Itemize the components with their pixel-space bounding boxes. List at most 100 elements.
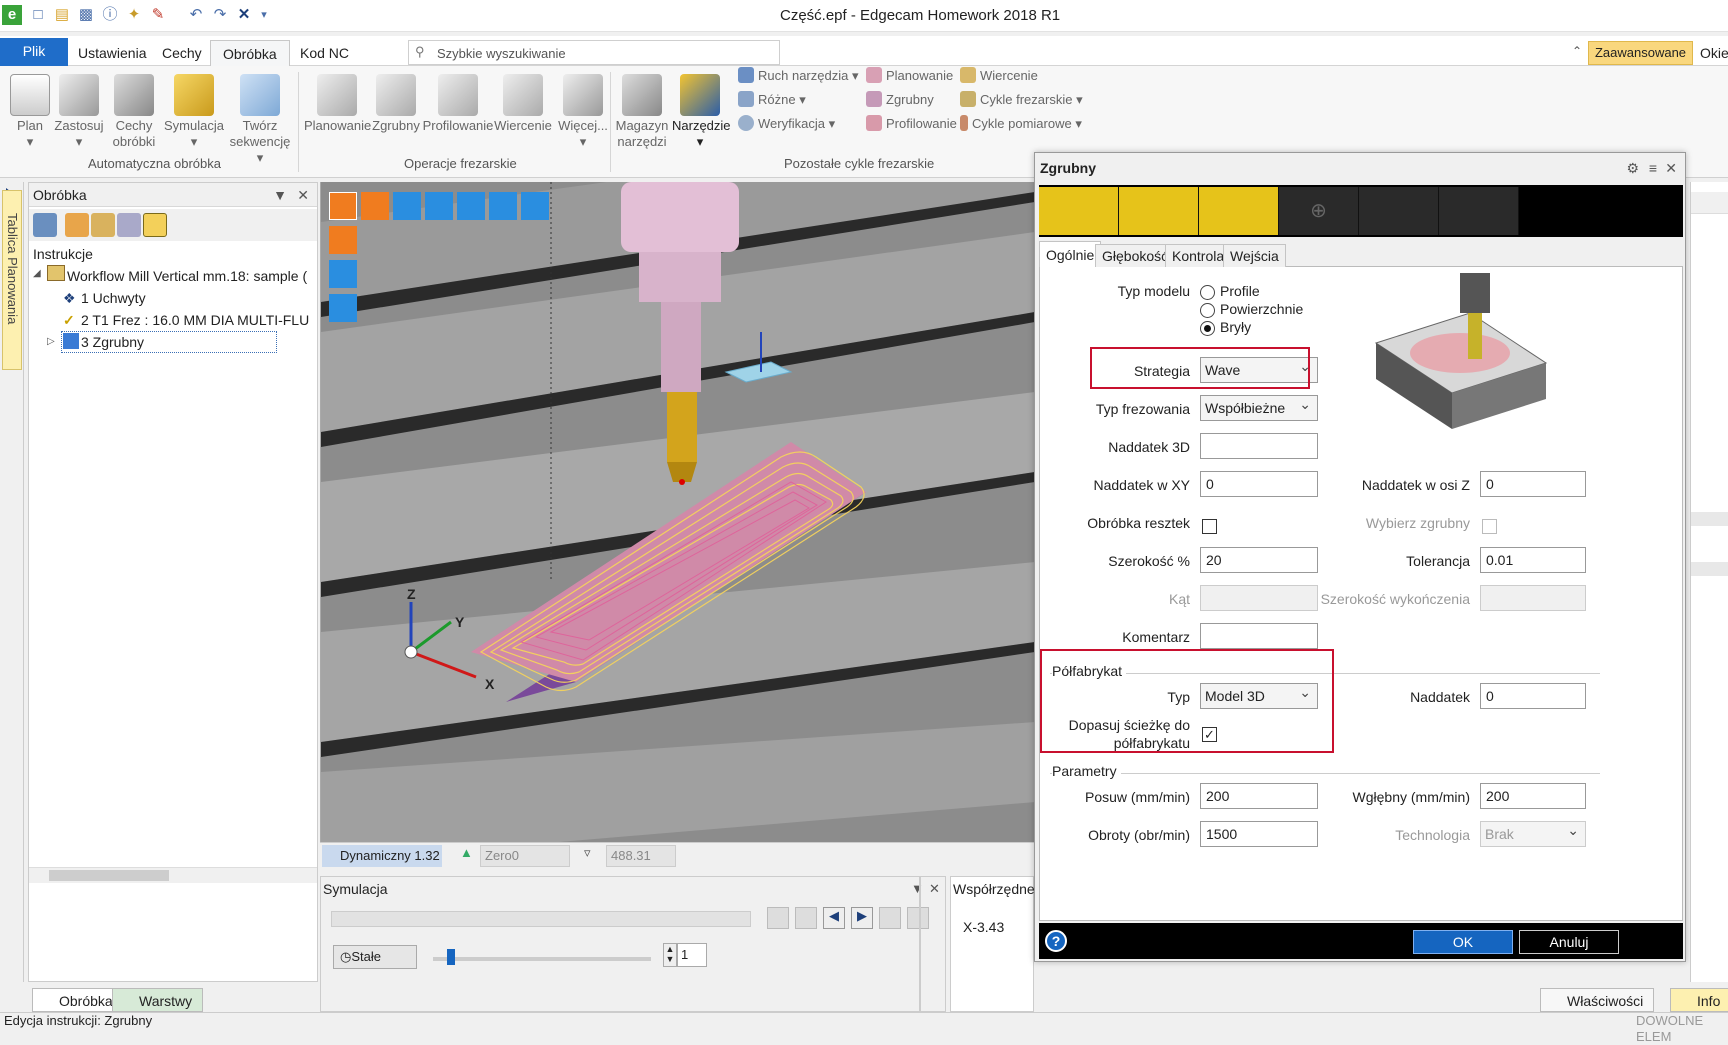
radio-surfaces[interactable] [1200,303,1215,318]
open-folder-icon[interactable]: ▤ [52,5,72,25]
speed-slider-thumb[interactable] [447,949,455,965]
eraser-icon[interactable]: ✎ [148,5,168,25]
progress-slider[interactable] [331,911,751,927]
menu-icon[interactable]: ≡ [1649,153,1657,183]
ok-button[interactable]: OK [1413,930,1513,954]
cpl-select[interactable]: Zero0 [480,845,570,867]
facing-small-button[interactable]: Planowanie [866,66,953,86]
settings-icon[interactable]: ⚙ [1626,153,1639,183]
control-page-icon[interactable] [1199,187,1279,235]
view-toolbar-icon[interactable] [361,192,389,220]
speed-slider[interactable] [433,957,651,961]
facing-button[interactable]: Planowanie [304,74,371,134]
stepper-arrows[interactable]: ▲ ▼ [663,943,677,967]
sync-icon[interactable] [143,213,167,237]
profiling-button[interactable]: Profilowanie [422,74,494,134]
undo-icon[interactable]: ↶ [186,5,206,25]
tab-plik[interactable]: Plik [0,38,68,66]
info-icon[interactable]: ⓘ [100,5,120,25]
view-transparent-icon[interactable] [329,294,357,322]
more-button[interactable]: Więcej... ▾ [556,74,610,150]
view-solid-icon[interactable] [329,260,357,288]
globe-icon[interactable] [117,213,141,237]
tab-obrobka[interactable]: Obróbka [210,40,290,66]
rest-machining-checkbox[interactable] [1202,519,1217,534]
drilling-small-button[interactable]: Wiercenie [960,66,1038,86]
start-button[interactable] [795,907,817,929]
spindle-speed-input[interactable]: 1500 [1200,821,1318,847]
stop-button[interactable] [767,907,789,929]
width-percent-input[interactable]: 20 [1200,547,1318,573]
collapse-icon[interactable]: ◢ [33,263,41,285]
search-sim-button[interactable] [907,907,929,929]
pin-icon-sim[interactable]: ▼ [911,881,924,896]
tree-item-roughing[interactable]: 3 Zgrubny [81,331,144,353]
grid-view-icon[interactable] [521,192,549,220]
plunge-input[interactable]: 200 [1480,783,1586,809]
target-icon[interactable]: ⊕ [1279,187,1359,235]
step-back-button[interactable]: ◀ [823,907,845,929]
view-tree-icon[interactable] [393,192,421,220]
dialog-close-icon[interactable]: ✕ [1665,153,1677,183]
profiling-small-button[interactable]: Profilowanie [866,114,957,134]
radio-solids[interactable] [1200,321,1215,336]
graphics-viewport[interactable]: Z Y X [320,182,1034,842]
wand-icon[interactable]: ✦ [124,5,144,25]
tolerance-input[interactable]: 0.01 [1480,547,1586,573]
tool-button[interactable]: Narzędzie ▾ [672,74,731,150]
tab-properties[interactable]: Właściwości [1540,988,1655,1012]
drilling-button[interactable]: Wiercenie [494,74,552,134]
tree-item-workflow[interactable]: Workflow Mill Vertical mm.18: sample ( [67,265,307,287]
roughing-button[interactable]: Zgrubny [370,74,422,134]
verification-button[interactable]: Weryfikacja ▾ [738,114,835,134]
misc-button[interactable]: Różne ▾ [738,90,806,110]
window-menu[interactable]: Okie [1700,45,1728,61]
speed-mode-button[interactable]: ◷Stałe [333,945,417,969]
list-icon[interactable] [91,213,115,237]
view-front-icon[interactable] [329,226,357,254]
comment-input[interactable] [1200,623,1318,649]
mill-cycles-button[interactable]: Cykle frezarskie ▾ [960,90,1083,110]
new-file-icon[interactable]: □ [28,5,48,25]
depth-page-icon[interactable] [1119,187,1199,235]
features-button[interactable]: Cechy obróbki [108,74,160,150]
probing-cycles-button[interactable]: Cykle pomiarowe ▾ [960,114,1082,134]
allowance-3d-input[interactable] [1200,433,1318,459]
corner-icon[interactable] [1359,187,1439,235]
close-x-icon[interactable]: ✕ [234,5,254,25]
hatch-icon[interactable] [1439,187,1519,235]
tab-cechy[interactable]: Cechy [150,40,214,66]
refresh-icon[interactable] [33,213,57,237]
milling-type-select[interactable]: Współbieżne [1200,392,1318,421]
view-point-icon[interactable] [425,192,453,220]
tab-layers[interactable]: Warstwy [112,988,204,1012]
tool-motion-button[interactable]: Ruch narzędzia ▾ [738,66,858,86]
view-mode-indicator[interactable]: Dynamiczny 1.32 [322,845,442,867]
tab-ustawienia[interactable]: Ustawienia [66,40,158,66]
close-icon-sim[interactable]: ✕ [929,881,940,897]
tab-kod-nc[interactable]: Kod NC [288,40,361,66]
tree-item-tool[interactable]: 2 T1 Frez : 16.0 MM DIA MULTI-FLU [81,309,309,331]
close-icon[interactable]: ✕ [297,183,309,207]
advanced-mode-button[interactable]: Zaawansowane [1588,41,1693,65]
pin-icon[interactable]: ▼ [273,183,287,207]
tool-store-button[interactable]: Magazyn narzędzi [614,74,670,150]
collapse-ribbon-icon[interactable]: ⌃ [1572,44,1582,58]
cancel-button[interactable]: Anuluj [1519,930,1619,954]
allowance-xy-input[interactable]: 0 [1200,471,1318,497]
stock-allowance-input[interactable]: 0 [1480,683,1586,709]
expand-icon[interactable]: ▷ [47,331,55,353]
radio-profile[interactable] [1200,285,1215,300]
apply-button[interactable]: Zastosuj ▾ [54,74,104,150]
depth-select[interactable]: 488.31 [606,845,676,867]
save-icon[interactable]: ▩ [76,5,96,25]
planning-board-tab[interactable]: Tablica Planowania [2,190,22,370]
tab-ogolnie[interactable]: Ogólnie [1039,241,1102,268]
list-view-icon[interactable] [489,192,517,220]
play-button[interactable]: ▶ [851,907,873,929]
tab-wejscia[interactable]: Wejścia [1223,244,1286,267]
tab-glebokosc[interactable]: Głębokość [1095,244,1176,267]
quick-search-input[interactable]: ⚲ Szybkie wyszukiwanie [408,40,780,65]
create-sequence-button[interactable]: Twórz sekwencję ▾ [226,74,294,166]
allowance-z-input[interactable]: 0 [1480,471,1586,497]
